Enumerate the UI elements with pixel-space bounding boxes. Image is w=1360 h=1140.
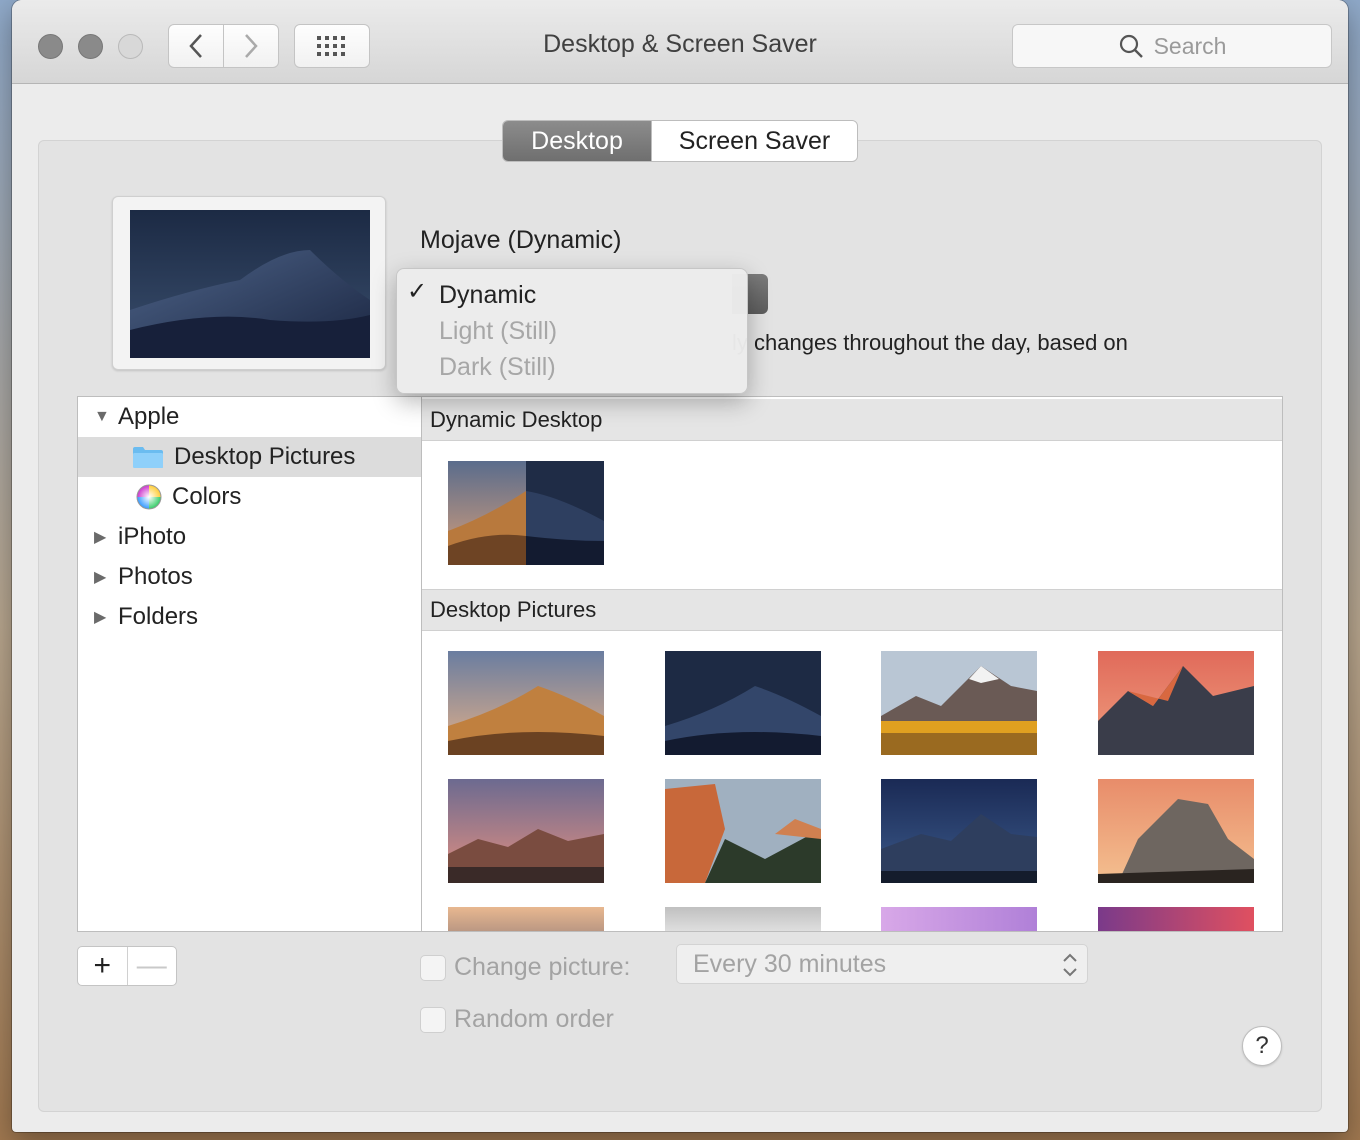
tab-screen-saver[interactable]: Screen Saver: [651, 121, 857, 161]
source-sidebar: ▼ Apple Desktop Pictures Colors ▶ iPhoto…: [77, 396, 421, 932]
mojave-night-preview: [130, 210, 370, 358]
menu-item-label: Light (Still): [439, 316, 558, 345]
wallpaper-thumb-mojave-dynamic[interactable]: [448, 461, 604, 565]
sidebar-item-label: Desktop Pictures: [174, 443, 356, 470]
wallpaper-thumb-partial-4[interactable]: [1098, 907, 1254, 931]
menu-item-light-still: Light (Still): [397, 313, 747, 349]
color-wheel-icon: [136, 484, 162, 510]
wallpaper-thumb-partial-1[interactable]: [448, 907, 604, 931]
sidebar-item-photos[interactable]: ▶ Photos: [78, 557, 421, 597]
wallpaper-description: ly changes throughout the day, based on: [732, 330, 1128, 355]
sidebar-item-colors[interactable]: Colors: [78, 477, 421, 517]
remove-folder-button[interactable]: —: [126, 947, 177, 985]
menu-item-label: Dark (Still): [439, 352, 556, 381]
wallpaper-grid: Dynamic Desktop Desktop Pictures: [421, 396, 1283, 932]
add-remove-control: + —: [77, 946, 177, 986]
random-order-label: Random order: [454, 1005, 614, 1033]
sidebar-item-label: Apple: [118, 403, 180, 430]
menu-item-label: Dynamic: [439, 280, 537, 309]
wallpaper-thumb-sierra-dusk[interactable]: [448, 779, 604, 883]
wallpaper-thumb-mojave-night[interactable]: [665, 651, 821, 755]
wallpaper-thumb-mojave-day[interactable]: [448, 651, 604, 755]
up-down-chevron-icon: [1063, 953, 1077, 977]
section-header-pictures: Desktop Pictures: [422, 589, 1282, 631]
disclosure-right-icon[interactable]: ▶: [94, 527, 110, 547]
preferences-window: Desktop & Screen Saver Search Desktop Sc…: [12, 0, 1348, 1132]
section-header-dynamic: Dynamic Desktop: [422, 399, 1282, 441]
menu-item-dark-still: Dark (Still): [397, 349, 747, 385]
checkmark-icon: ✓: [407, 278, 428, 305]
sidebar-item-label: Colors: [172, 483, 242, 510]
appearance-menu: ✓ Dynamic Light (Still) Dark (Still): [396, 268, 748, 394]
disclosure-down-icon[interactable]: ▼: [94, 408, 110, 426]
sidebar-item-apple[interactable]: ▼ Apple: [78, 397, 421, 437]
wallpaper-thumb-partial-3[interactable]: [881, 907, 1037, 931]
search-field[interactable]: Search: [1012, 24, 1332, 68]
titlebar: Desktop & Screen Saver Search: [12, 0, 1348, 84]
folder-icon: [133, 447, 163, 468]
wallpaper-thumb-high-sierra[interactable]: [881, 651, 1037, 755]
search-icon: [1119, 34, 1143, 58]
sidebar-item-label: Folders: [118, 603, 199, 630]
wallpaper-thumb-partial-2[interactable]: [665, 907, 821, 931]
change-picture-checkbox[interactable]: [420, 954, 446, 981]
current-wallpaper-preview: [112, 196, 386, 370]
wallpaper-thumb-yosemite-night[interactable]: [881, 779, 1037, 883]
disclosure-right-icon[interactable]: ▶: [94, 567, 110, 587]
random-order-row: Random order: [420, 1005, 614, 1034]
sidebar-item-label: Photos: [118, 563, 193, 590]
sidebar-item-folders[interactable]: ▶ Folders: [78, 597, 421, 637]
change-picture-row: Change picture:: [420, 953, 631, 982]
change-interval-select[interactable]: Every 30 minutes: [676, 944, 1088, 984]
tab-desktop[interactable]: Desktop: [503, 121, 651, 161]
wallpaper-name: Mojave (Dynamic): [420, 226, 622, 254]
sidebar-item-label: iPhoto: [118, 523, 187, 550]
wallpaper-thumb-el-capitan[interactable]: [665, 779, 821, 883]
search-placeholder: Search: [1153, 32, 1227, 59]
change-picture-label: Change picture:: [454, 953, 631, 981]
sidebar-item-desktop-pictures[interactable]: Desktop Pictures: [78, 437, 421, 477]
tab-bar: Desktop Screen Saver: [502, 120, 858, 162]
wallpaper-thumb-yosemite[interactable]: [1098, 779, 1254, 883]
random-order-checkbox[interactable]: [420, 1006, 446, 1033]
menu-item-dynamic[interactable]: ✓ Dynamic: [397, 277, 747, 313]
help-button[interactable]: ?: [1242, 1026, 1282, 1066]
sidebar-item-iphoto[interactable]: ▶ iPhoto: [78, 517, 421, 557]
disclosure-right-icon[interactable]: ▶: [94, 607, 110, 627]
add-folder-button[interactable]: +: [78, 947, 127, 985]
wallpaper-thumb-sierra[interactable]: [1098, 651, 1254, 755]
interval-value: Every 30 minutes: [693, 949, 887, 978]
